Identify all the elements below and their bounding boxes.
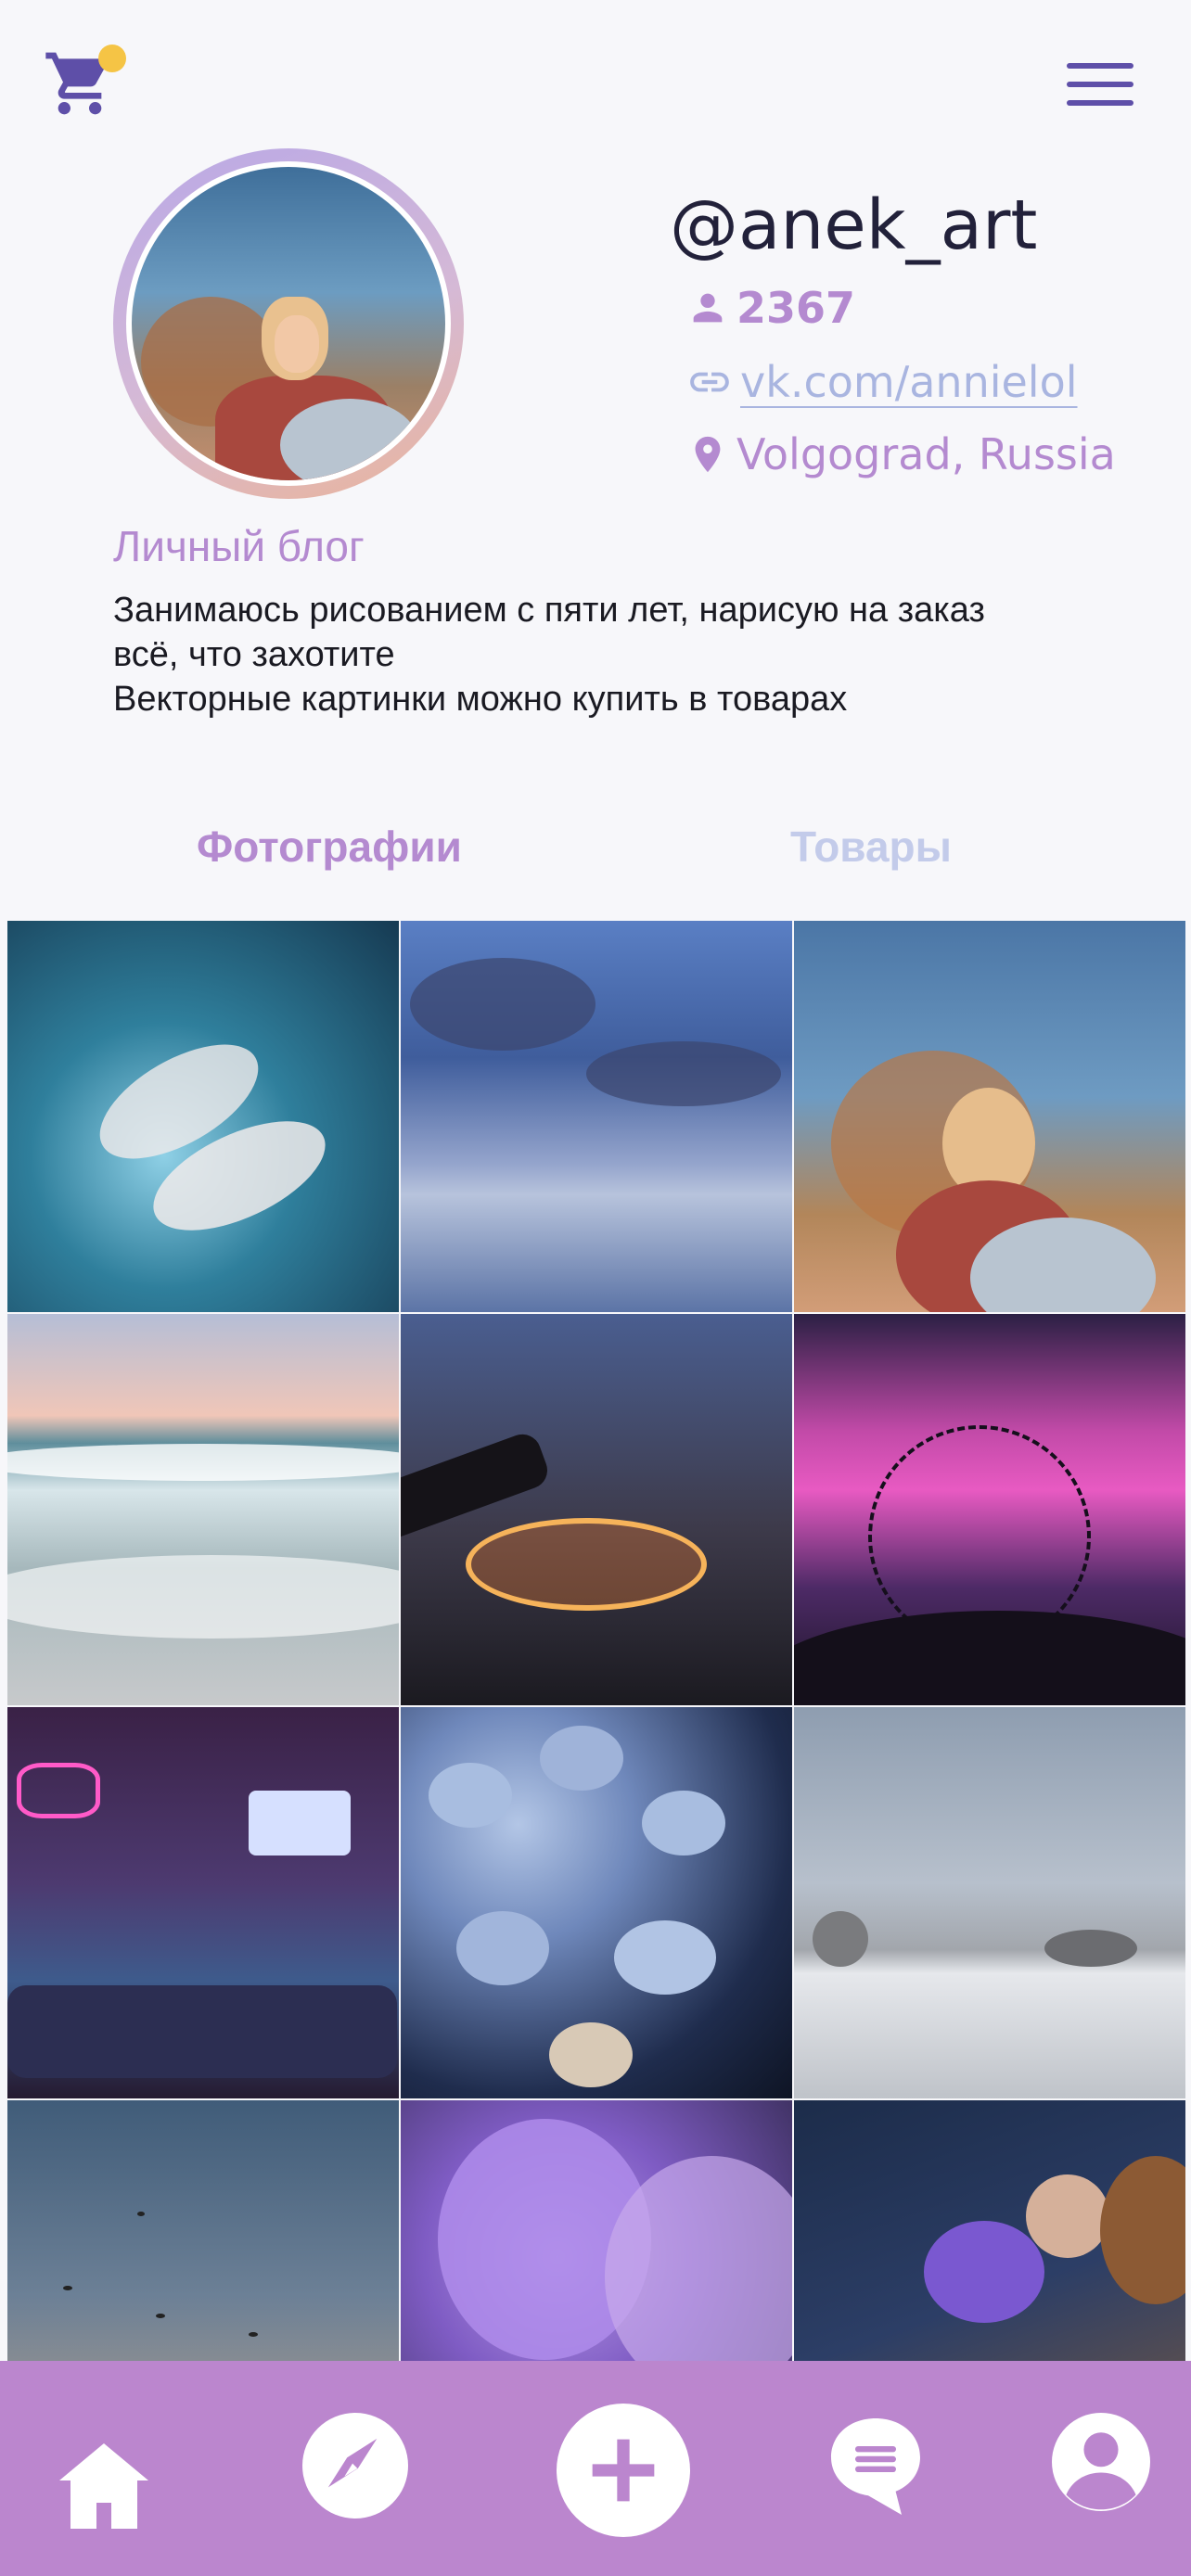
photo-plants-pink-sky[interactable] [794, 1314, 1185, 1705]
bio-line: Векторные картинки можно купить в товара… [113, 680, 848, 719]
location: Volgograd, Russia [686, 429, 1116, 479]
photo-clouds-reflection[interactable] [401, 921, 792, 1312]
nav-chat[interactable] [827, 2415, 924, 2519]
menu-line [1067, 63, 1133, 69]
nav-profile[interactable] [1052, 2413, 1150, 2511]
link-text: vk.com/annielol [740, 357, 1078, 407]
avatar[interactable] [113, 148, 464, 499]
photo-hands-in-water[interactable] [7, 921, 399, 1312]
bio-line: Занимаюсь рисованием с пяти лет, нарисую… [113, 591, 985, 630]
add-icon [592, 2439, 655, 2502]
bottom-nav [0, 2361, 1191, 2576]
menu-line [1067, 100, 1133, 106]
username: @anek_art [670, 185, 1038, 265]
nav-explore[interactable] [302, 2413, 408, 2519]
photo-carousel-night[interactable] [401, 1314, 792, 1705]
avatar-photo [132, 167, 445, 480]
photo-winter-field[interactable] [794, 1707, 1185, 2098]
link-icon [690, 372, 729, 392]
photo-girl-selfie[interactable] [794, 921, 1185, 1312]
cart-badge [98, 45, 126, 72]
person-icon [693, 293, 723, 323]
bio-text: Занимаюсь рисованием с пяти лет, нарисую… [113, 588, 1115, 721]
bio-line: всё, что захотите [113, 635, 395, 674]
bio-title: Личный блог [113, 522, 365, 570]
photo-grid [7, 921, 1185, 2492]
location-text: Volgograd, Russia [736, 429, 1116, 479]
photo-mushrooms[interactable] [401, 1707, 792, 2098]
chat-icon [831, 2418, 920, 2515]
photo-neon-bar-room[interactable] [7, 1707, 399, 2098]
menu-button[interactable] [1067, 63, 1133, 109]
followers-count[interactable]: 2367 [686, 283, 855, 333]
home-icon [59, 2443, 148, 2529]
tab-photos[interactable]: Фотографии [197, 822, 462, 872]
compass-icon [327, 2438, 378, 2488]
profile-icon [1066, 2432, 1136, 2510]
nav-add[interactable] [557, 2404, 690, 2537]
tab-goods[interactable]: Товары [790, 822, 952, 872]
nav-home[interactable] [59, 2443, 148, 2529]
menu-line [1067, 82, 1133, 87]
profile-link[interactable]: vk.com/annielol [686, 357, 1078, 407]
location-pin-icon [695, 436, 721, 473]
followers-value: 2367 [736, 283, 856, 333]
photo-sea-waves[interactable] [7, 1314, 399, 1705]
